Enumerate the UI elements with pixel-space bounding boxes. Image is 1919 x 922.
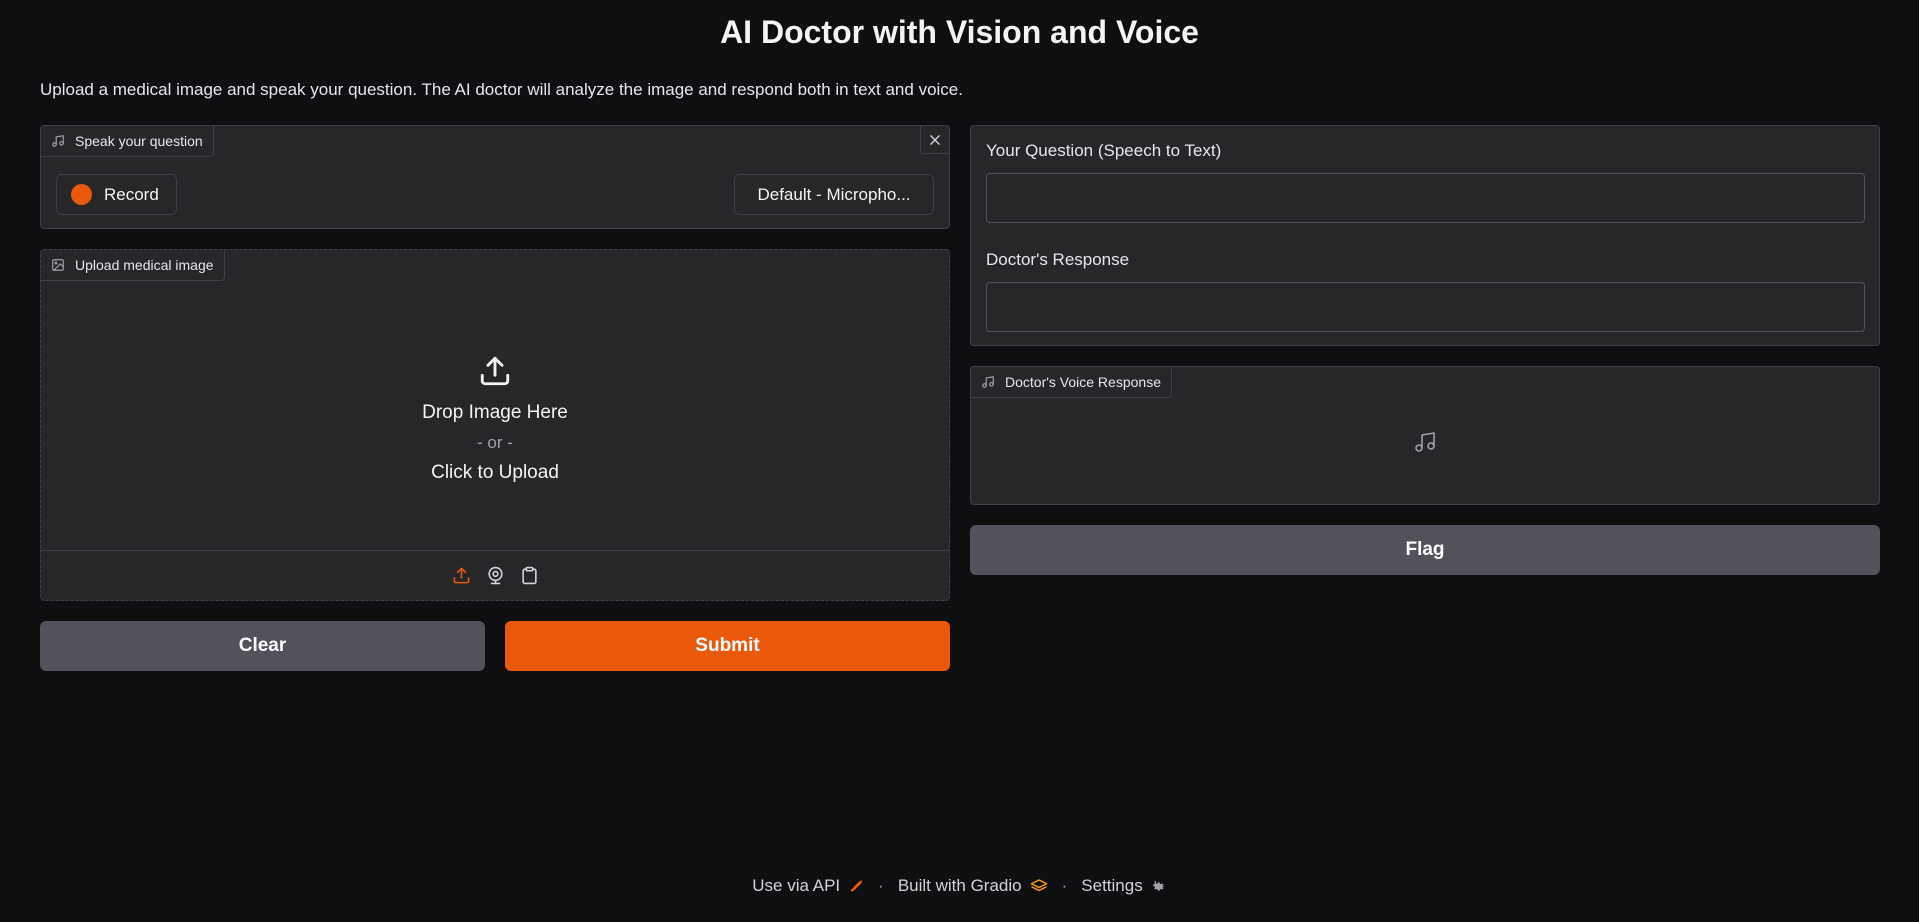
voice-output-label-text: Doctor's Voice Response [1005,374,1161,390]
footer: Use via API · Built with Gradio · Settin… [0,876,1919,896]
music-note-icon [982,376,994,388]
upload-icon [453,567,469,584]
app-page: AI Doctor with Vision and Voice Upload a… [0,0,1919,922]
image-upload-label: Upload medical image [41,250,225,281]
question-textbox[interactable] [986,173,1865,223]
image-upload-label-text: Upload medical image [75,257,214,273]
settings-link[interactable]: Settings [1081,876,1166,896]
click-to-upload-text: Click to Upload [431,462,559,483]
clipboard-icon [521,566,537,585]
music-note-icon [52,135,64,147]
upload-icon [480,356,510,386]
record-button-label: Record [104,184,159,204]
image-icon [52,259,64,271]
audio-input-panel: Speak your question Record Default - Mic… [40,125,950,229]
response-label: Doctor's Response [986,250,1130,269]
close-icon [930,134,940,145]
audio-input-label: Speak your question [41,126,214,157]
page-title: AI Doctor with Vision and Voice [720,14,1199,50]
microphone-select[interactable]: Default - Micropho... [734,174,934,215]
gradio-logo-icon [1030,879,1047,892]
clear-audio-button[interactable] [920,126,949,154]
flag-button[interactable]: Flag [970,525,1880,575]
music-note-icon [1415,432,1435,452]
clipboard-source-button[interactable] [519,566,539,586]
voice-output-panel: Doctor's Voice Response [970,366,1880,505]
response-textbox[interactable] [986,282,1865,332]
footer-separator: · [1061,876,1068,895]
upload-source-button[interactable] [451,566,471,586]
built-with-gradio-link[interactable]: Built with Gradio [898,876,1048,896]
clear-button[interactable]: Clear [40,621,485,671]
use-via-api-link[interactable]: Use via API [752,876,864,896]
settings-text: Settings [1081,876,1143,895]
gear-icon [1152,880,1164,891]
submit-button[interactable]: Submit [505,621,950,671]
image-source-bar [41,550,949,600]
footer-separator: · [878,876,884,895]
or-text: - or - [477,433,513,452]
webcam-source-button[interactable] [485,566,505,586]
voice-empty-state [971,422,1879,462]
image-upload-panel: Upload medical image Drop Image Here - o… [40,249,950,601]
question-label: Your Question (Speech to Text) [986,141,1222,160]
record-dot-icon [71,184,92,205]
text-output-panel: Your Question (Speech to Text) Doctor's … [970,125,1880,346]
page-description: Upload a medical image and speak your qu… [40,80,963,99]
webcam-icon [487,566,503,585]
rocket-icon [850,880,863,892]
image-drop-zone[interactable]: Drop Image Here - or - Click to Upload [41,281,949,551]
record-button[interactable]: Record [56,174,177,215]
built-with-gradio-text: Built with Gradio [897,876,1022,895]
voice-output-label: Doctor's Voice Response [971,367,1172,398]
audio-input-label-text: Speak your question [75,133,203,149]
drop-image-text: Drop Image Here [422,402,568,423]
use-via-api-text: Use via API [752,876,841,895]
